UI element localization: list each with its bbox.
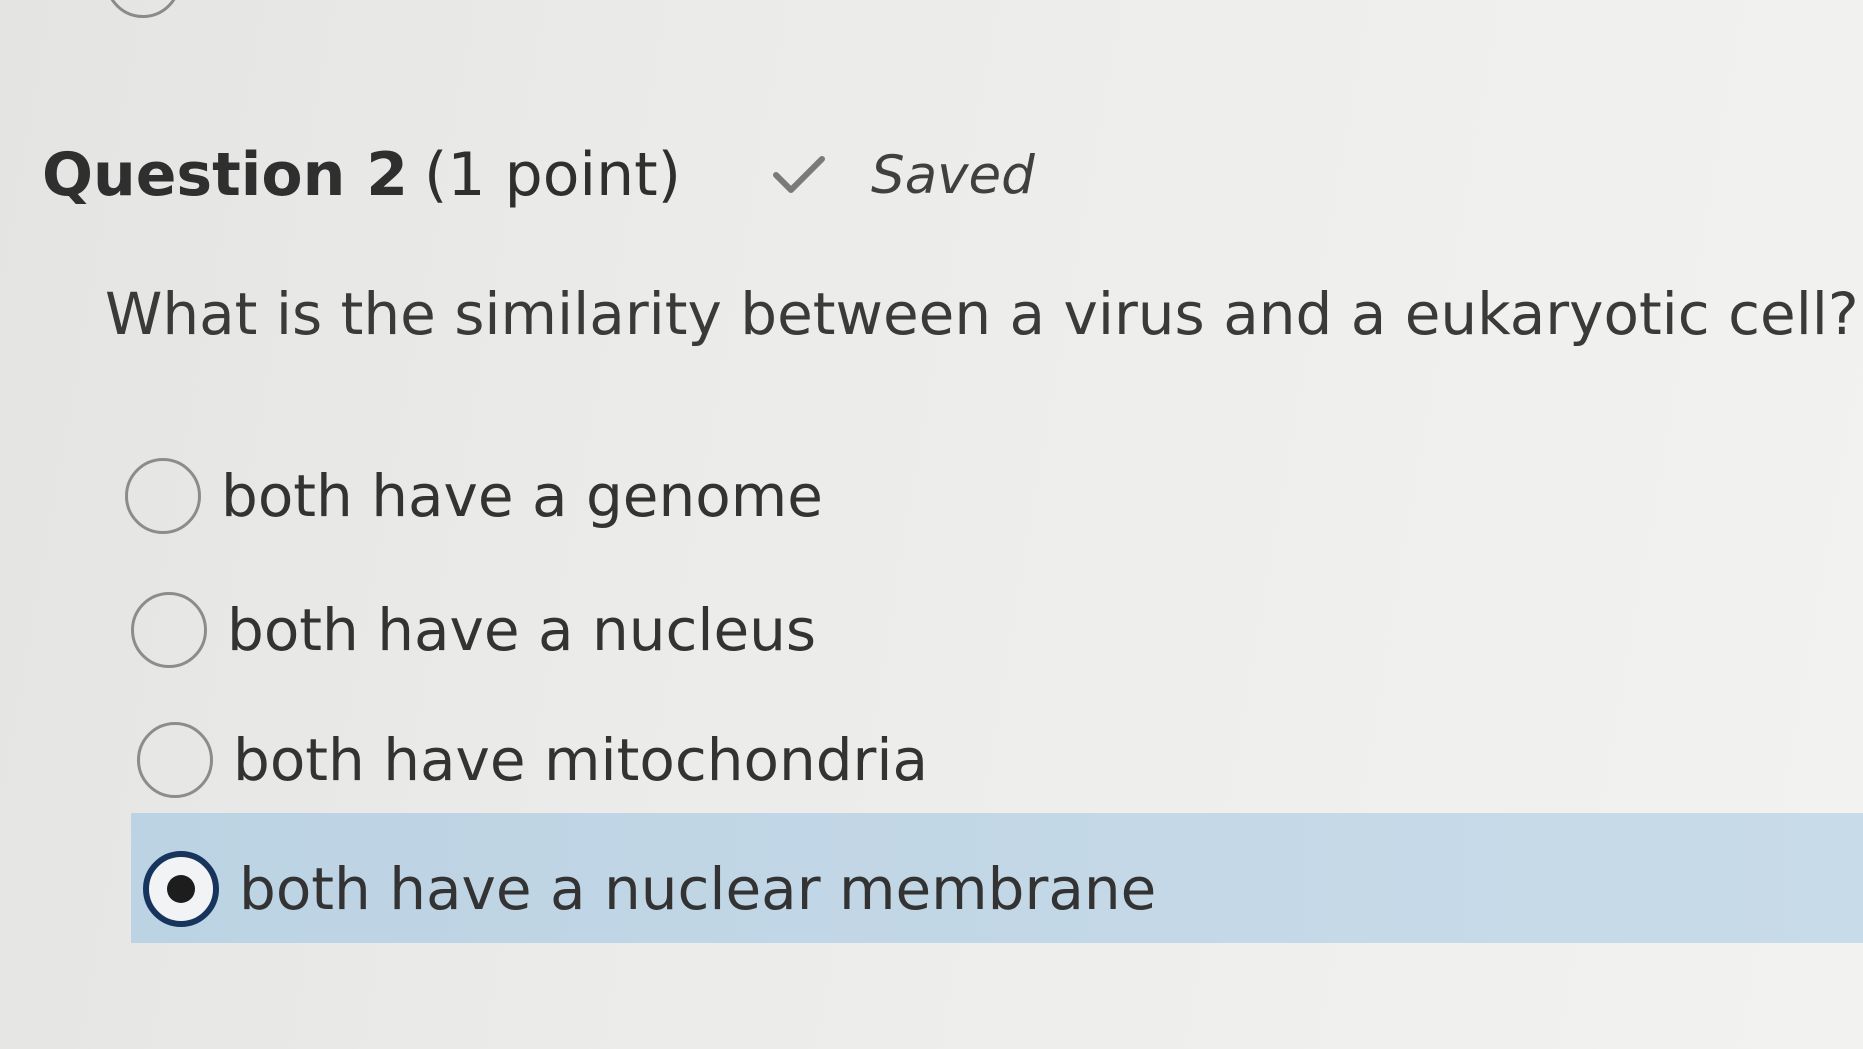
radio-button[interactable] [125, 458, 201, 534]
saved-label: Saved [871, 144, 1035, 206]
question-points: (1 point) [423, 140, 682, 210]
radio-button-selected[interactable] [143, 851, 219, 927]
answer-option-label[interactable]: both have mitochondria [233, 726, 928, 794]
question-number: Question 2 [42, 140, 408, 210]
answer-option-nucleus[interactable]: both have a nucleus [131, 592, 816, 668]
answer-option-label[interactable]: both have a nucleus [227, 596, 816, 664]
answer-option-label[interactable]: both have a nuclear membrane [239, 855, 1156, 923]
checkmark-icon [773, 156, 826, 193]
previous-question-radio[interactable] [105, 0, 181, 18]
question-header: Question 2 (1 point) Saved [42, 140, 1035, 210]
question-prompt: What is the similarity between a virus a… [105, 280, 1859, 348]
answer-option-label[interactable]: both have a genome [221, 462, 823, 530]
answer-option-nuclear-membrane[interactable]: both have a nuclear membrane [143, 851, 1156, 927]
answer-option-mitochondria[interactable]: both have mitochondria [137, 722, 928, 798]
radio-button[interactable] [131, 592, 207, 668]
radio-button[interactable] [137, 722, 213, 798]
saved-status: Saved [773, 145, 1035, 206]
answer-option-genome[interactable]: both have a genome [125, 458, 823, 534]
